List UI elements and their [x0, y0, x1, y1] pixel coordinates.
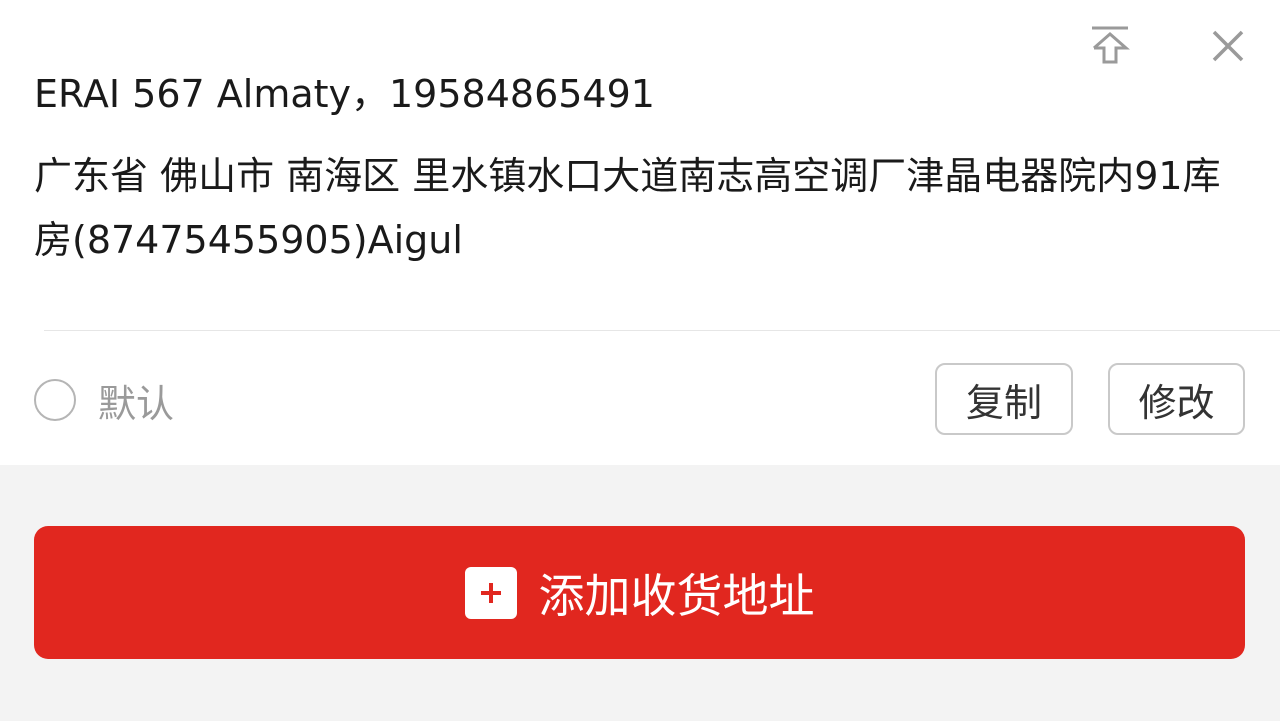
recipient-name-phone: ERAI 567 Almaty，19584865491: [34, 72, 655, 116]
close-icon[interactable]: [1204, 22, 1252, 70]
copy-button[interactable]: 复制: [935, 363, 1073, 435]
radio-circle-icon[interactable]: [34, 379, 76, 421]
default-address-toggle[interactable]: 默认: [34, 370, 174, 430]
edit-button[interactable]: 修改: [1108, 363, 1245, 435]
divider: [44, 330, 1280, 331]
default-label: 默认: [98, 381, 175, 426]
add-address-label: 添加收货地址: [538, 568, 815, 623]
address-list-page: ERAI 567 Almaty，19584865491 广东省 佛山市 南海区 …: [0, 0, 1280, 721]
plus-icon: [464, 566, 517, 619]
add-address-button[interactable]: 添加收货地址: [34, 526, 1245, 659]
address-card: ERAI 567 Almaty，19584865491 广东省 佛山市 南海区 …: [0, 0, 1280, 465]
address-detail: 广东省 佛山市 南海区 里水镇水口大道南志高空调厂津晶电器院内91库房(8747…: [34, 154, 1221, 262]
pin-to-top-icon[interactable]: [1086, 22, 1134, 70]
